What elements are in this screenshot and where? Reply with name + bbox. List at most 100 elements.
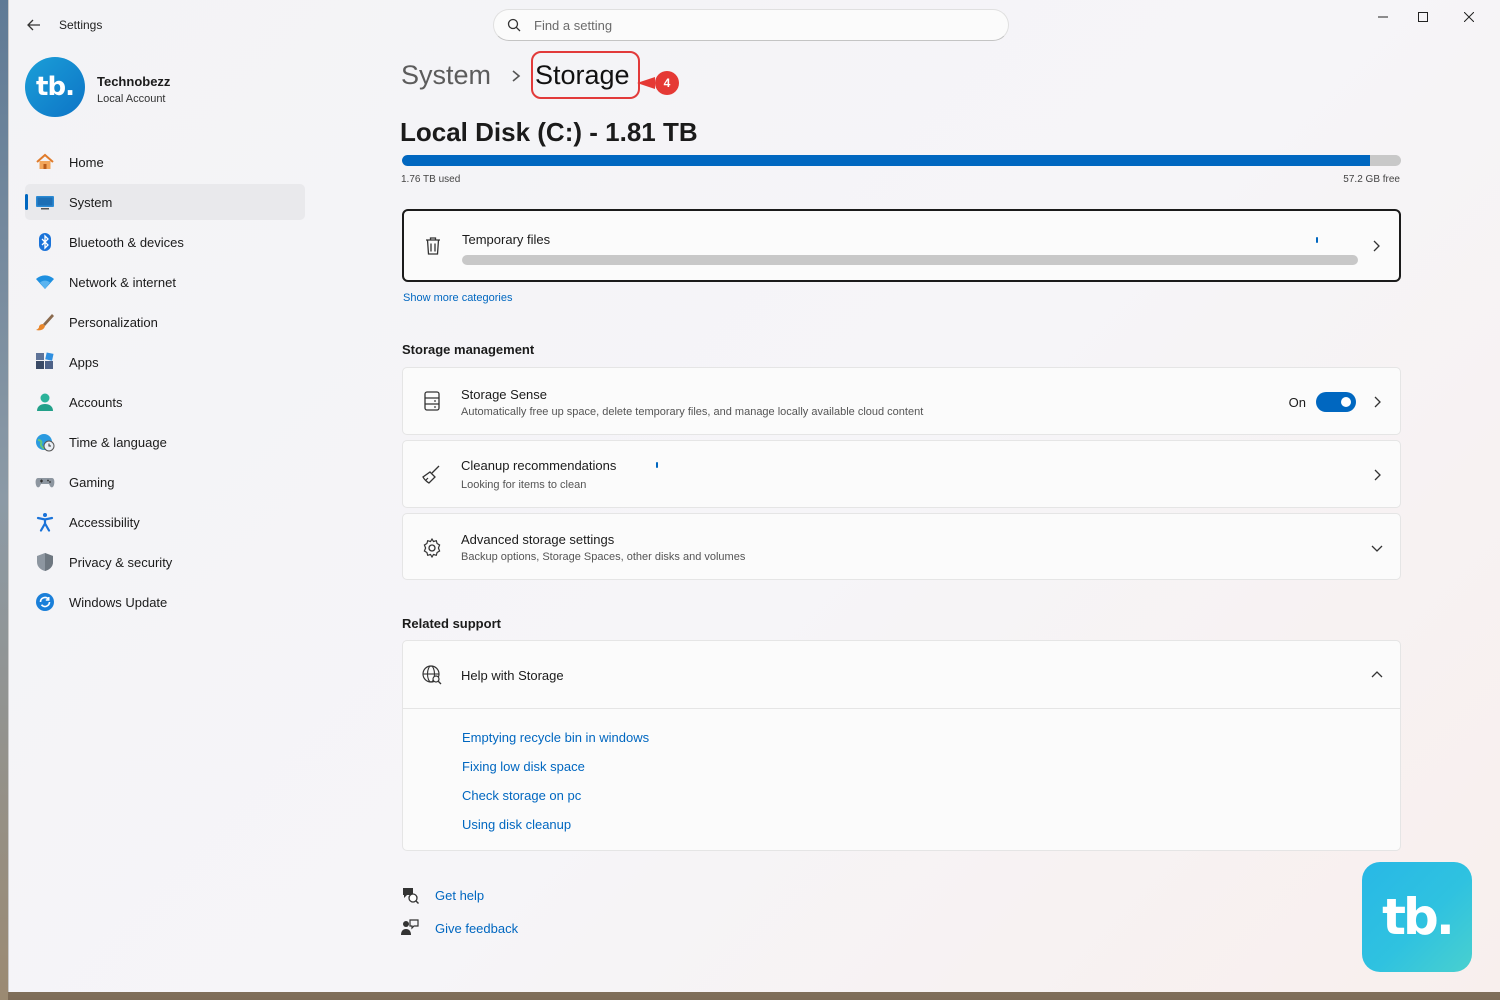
back-button[interactable] — [23, 14, 45, 36]
breadcrumb-parent[interactable]: System — [401, 60, 491, 91]
storage-drive-icon — [424, 391, 440, 411]
maximize-button[interactable] — [1407, 6, 1439, 28]
cleanup-recommendations-card[interactable]: Cleanup recommendations Looking for item… — [402, 440, 1401, 508]
disk-free-text: 57.2 GB free — [1343, 174, 1400, 185]
sidebar-item-label: Gaming — [69, 475, 115, 490]
sidebar-item-network[interactable]: Network & internet — [25, 264, 305, 300]
disk-usage-bar — [402, 155, 1401, 166]
help-link-disk-cleanup[interactable]: Using disk cleanup — [462, 817, 571, 832]
get-help-icon — [403, 888, 419, 904]
close-button[interactable] — [1453, 6, 1485, 28]
sidebar-item-label: Network & internet — [69, 275, 176, 290]
technobezz-logo: tb. — [1362, 862, 1472, 972]
sidebar-item-privacy[interactable]: Privacy & security — [25, 544, 305, 580]
maximize-icon — [1418, 12, 1428, 22]
sidebar-item-personalization[interactable]: Personalization — [25, 304, 305, 340]
settings-window: Settings tb. Technobezz Local Account Ho… — [8, 0, 1500, 992]
help-link-recycle-bin[interactable]: Emptying recycle bin in windows — [462, 730, 649, 745]
sidebar-item-bluetooth[interactable]: Bluetooth & devices — [25, 224, 305, 260]
chevron-down-icon — [1371, 545, 1383, 552]
apps-icon — [36, 352, 54, 369]
toggle-knob — [1341, 397, 1351, 407]
temporary-files-title: Temporary files — [462, 232, 551, 247]
sidebar-item-label: System — [69, 195, 113, 210]
bluetooth-icon — [39, 233, 51, 251]
help-with-storage-header[interactable]: Help with Storage — [403, 641, 1400, 708]
sidebar-item-accounts[interactable]: Accounts — [25, 384, 305, 420]
divider — [403, 708, 1400, 709]
storage-sense-subtitle: Automatically free up space, delete temp… — [461, 406, 924, 418]
help-link-check-storage[interactable]: Check storage on pc — [462, 788, 581, 803]
gear-icon — [423, 537, 441, 559]
accessibility-icon — [36, 513, 54, 532]
minimize-icon — [1378, 16, 1388, 18]
advanced-storage-subtitle: Backup options, Storage Spaces, other di… — [461, 551, 746, 563]
loading-indicator — [656, 462, 658, 468]
disk-title: Local Disk (C:) - 1.81 TB — [400, 117, 698, 147]
chevron-up-icon — [1371, 671, 1383, 678]
sidebar-item-system[interactable]: System — [25, 184, 305, 220]
storage-sense-toggle[interactable] — [1316, 392, 1356, 412]
loading-indicator — [1316, 237, 1318, 243]
give-feedback-link[interactable]: Give feedback — [435, 921, 518, 936]
storage-sense-card[interactable]: Storage Sense Automatically free up spac… — [402, 367, 1401, 435]
sidebar-item-apps[interactable]: Apps — [25, 344, 305, 380]
home-icon — [36, 153, 54, 169]
sidebar-item-label: Bluetooth & devices — [69, 235, 184, 250]
shield-icon — [37, 553, 53, 571]
account-type: Local Account — [97, 93, 166, 105]
related-support-heading: Related support — [402, 616, 501, 631]
cleanup-recommendations-title: Cleanup recommendations — [461, 458, 617, 473]
update-icon — [36, 593, 54, 611]
help-link-low-disk-space[interactable]: Fixing low disk space — [462, 759, 585, 774]
sidebar-item-gaming[interactable]: Gaming — [25, 464, 305, 500]
sidebar-item-time-language[interactable]: Time & language — [25, 424, 305, 460]
help-with-storage-card: Help with Storage Emptying recycle bin i… — [402, 640, 1401, 851]
annotation-arrow — [637, 77, 655, 89]
advanced-storage-settings-card[interactable]: Advanced storage settings Backup options… — [402, 513, 1401, 580]
help-with-storage-title: Help with Storage — [461, 668, 564, 683]
gamepad-icon — [35, 478, 55, 488]
app-title: Settings — [59, 18, 103, 32]
disk-usage-fill — [402, 155, 1371, 166]
desktop-background — [0, 0, 8, 1000]
wifi-icon — [36, 275, 54, 289]
trash-icon — [426, 237, 440, 255]
advanced-storage-title: Advanced storage settings — [461, 532, 615, 547]
search-icon — [507, 18, 521, 32]
cleanup-recommendations-subtitle: Looking for items to clean — [461, 479, 587, 491]
show-more-categories-link[interactable]: Show more categories — [403, 292, 512, 304]
annotation-step-badge: 4 — [655, 71, 679, 95]
sidebar-item-home[interactable]: Home — [25, 144, 305, 180]
get-help-link[interactable]: Get help — [435, 888, 484, 903]
user-name: Technobezz — [97, 74, 171, 89]
annotation-highlight-box — [531, 51, 640, 99]
minimize-button[interactable] — [1367, 6, 1399, 28]
sidebar-item-label: Accessibility — [69, 515, 140, 530]
sidebar-item-label: Time & language — [69, 435, 167, 450]
disk-used-text: 1.76 TB used — [401, 174, 461, 185]
sidebar-item-label: Apps — [69, 355, 99, 370]
title-bar: Settings — [9, 0, 1500, 50]
broom-icon — [422, 465, 440, 484]
chevron-right-icon — [1373, 240, 1380, 252]
sidebar-item-label: Accounts — [69, 395, 123, 410]
globe-clock-icon — [36, 434, 55, 452]
sidebar-item-windows-update[interactable]: Windows Update — [25, 584, 305, 620]
avatar[interactable]: tb. — [25, 57, 85, 117]
back-arrow-icon — [27, 19, 40, 31]
sidebar-item-accessibility[interactable]: Accessibility — [25, 504, 305, 540]
give-feedback-icon — [401, 919, 419, 935]
temporary-files-card[interactable]: Temporary files — [402, 209, 1401, 282]
storage-sense-toggle-label: On — [1288, 395, 1306, 410]
sidebar-nav: Home System Bluetooth & devices Network … — [25, 144, 305, 624]
sidebar-item-label: Privacy & security — [69, 555, 173, 570]
system-icon — [36, 196, 54, 210]
search-input[interactable] — [534, 16, 984, 34]
brush-icon — [36, 314, 54, 331]
temporary-files-bar — [462, 255, 1358, 265]
search-box[interactable] — [493, 9, 1009, 41]
globe-search-icon — [422, 665, 442, 685]
sidebar-item-label: Home — [69, 155, 104, 170]
accounts-icon — [37, 393, 53, 411]
